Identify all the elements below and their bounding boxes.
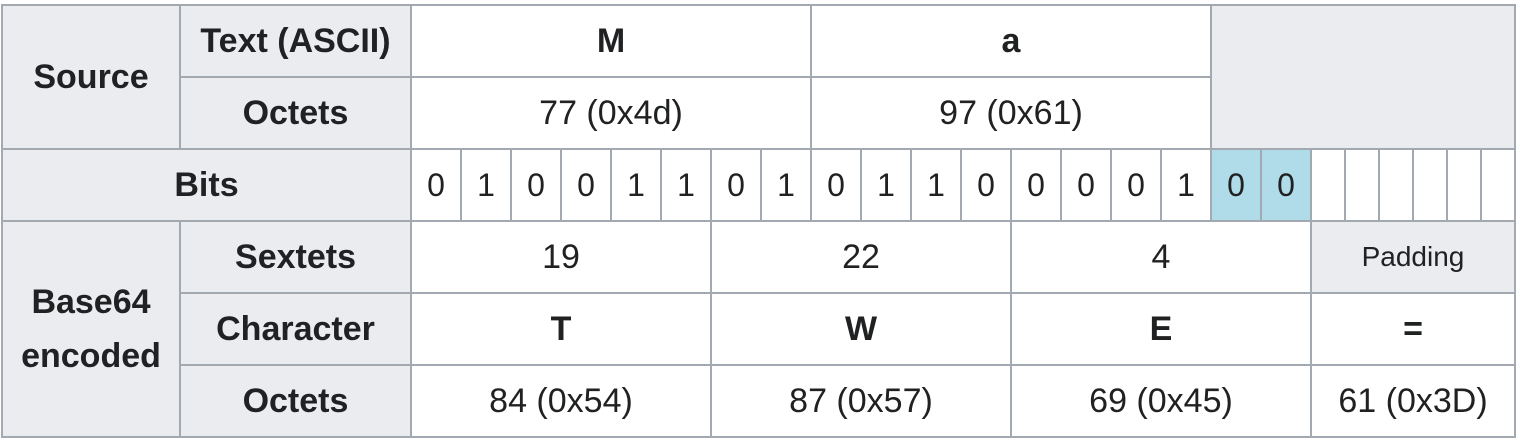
encoded-octet: 61 (0x3D)	[1310, 364, 1516, 438]
source-char-a: a	[810, 4, 1212, 78]
character-row: Character T W E =	[2, 292, 1516, 366]
bit-cell: 0	[410, 148, 462, 222]
bit-cell: 1	[910, 148, 962, 222]
bits-row: Bits 0 1 0 0 1 1 0 1 0 1 1 0 0 0 0 1 0 0	[1, 148, 1516, 222]
bit-cell: 0	[810, 148, 862, 222]
bits-header: Bits	[1, 148, 412, 222]
encoded-char: T	[410, 292, 712, 366]
bit-cell: 0	[510, 148, 562, 222]
base64-encoded-label: Base64 encoded	[21, 275, 161, 383]
empty-bit-cell	[1480, 148, 1516, 222]
text-ascii-header: Text (ASCII)	[179, 4, 412, 78]
padding-bit-cell: 0	[1210, 148, 1262, 222]
bit-cell: 0	[560, 148, 612, 222]
encoded-char: E	[1010, 292, 1312, 366]
bit-cell: 1	[860, 148, 912, 222]
bit-cell: 1	[1160, 148, 1212, 222]
sextet-value: 4	[1010, 220, 1312, 294]
padding-char: =	[1310, 292, 1516, 366]
encoded-octet: 84 (0x54)	[410, 364, 712, 438]
source-header: Source	[1, 4, 181, 150]
bit-cell: 1	[610, 148, 662, 222]
empty-bit-cell	[1344, 148, 1380, 222]
base64-label-line1: Base64	[31, 283, 151, 321]
source-octets-header: Octets	[179, 76, 412, 150]
bit-cell: 0	[710, 148, 762, 222]
empty-bit-cell	[1412, 148, 1448, 222]
encoded-octets-row: Octets 84 (0x54) 87 (0x57) 69 (0x45) 61 …	[2, 364, 1516, 438]
source-octet-m: 77 (0x4d)	[410, 76, 812, 150]
padding-bit-cell: 0	[1260, 148, 1312, 222]
base64-encoded-header: Base64 encoded	[1, 220, 181, 438]
sextet-value: 19	[410, 220, 712, 294]
bit-cell: 0	[960, 148, 1012, 222]
source-char-m: M	[410, 4, 812, 78]
bit-cell: 0	[1110, 148, 1162, 222]
padding-label: Padding	[1310, 220, 1516, 294]
bit-cell: 0	[1060, 148, 1112, 222]
sextets-header: Sextets	[179, 220, 412, 294]
encoded-octets-header: Octets	[179, 364, 412, 438]
bit-cell: 1	[660, 148, 712, 222]
empty-bit-cell	[1378, 148, 1414, 222]
base64-encoding-table: Source Text (ASCII) M a Octets 77 (0x4d)…	[1, 4, 1516, 438]
source-text-row: Source Text (ASCII) M a	[1, 4, 1516, 150]
encoded-octet: 87 (0x57)	[710, 364, 1012, 438]
sextets-row: Base64 encoded Sextets 19 22 4 Padding	[1, 220, 1516, 438]
bit-cell: 0	[1010, 148, 1062, 222]
source-octet-a: 97 (0x61)	[810, 76, 1212, 150]
empty-bit-cell	[1446, 148, 1482, 222]
bit-cell: 1	[760, 148, 812, 222]
sextet-value: 22	[710, 220, 1012, 294]
empty-bit-cell	[1310, 148, 1346, 222]
encoded-octet: 69 (0x45)	[1010, 364, 1312, 438]
empty-source-cell	[1210, 4, 1516, 150]
bit-cell: 1	[460, 148, 512, 222]
character-header: Character	[179, 292, 412, 366]
base64-label-line2: encoded	[21, 337, 161, 375]
encoded-char: W	[710, 292, 1012, 366]
